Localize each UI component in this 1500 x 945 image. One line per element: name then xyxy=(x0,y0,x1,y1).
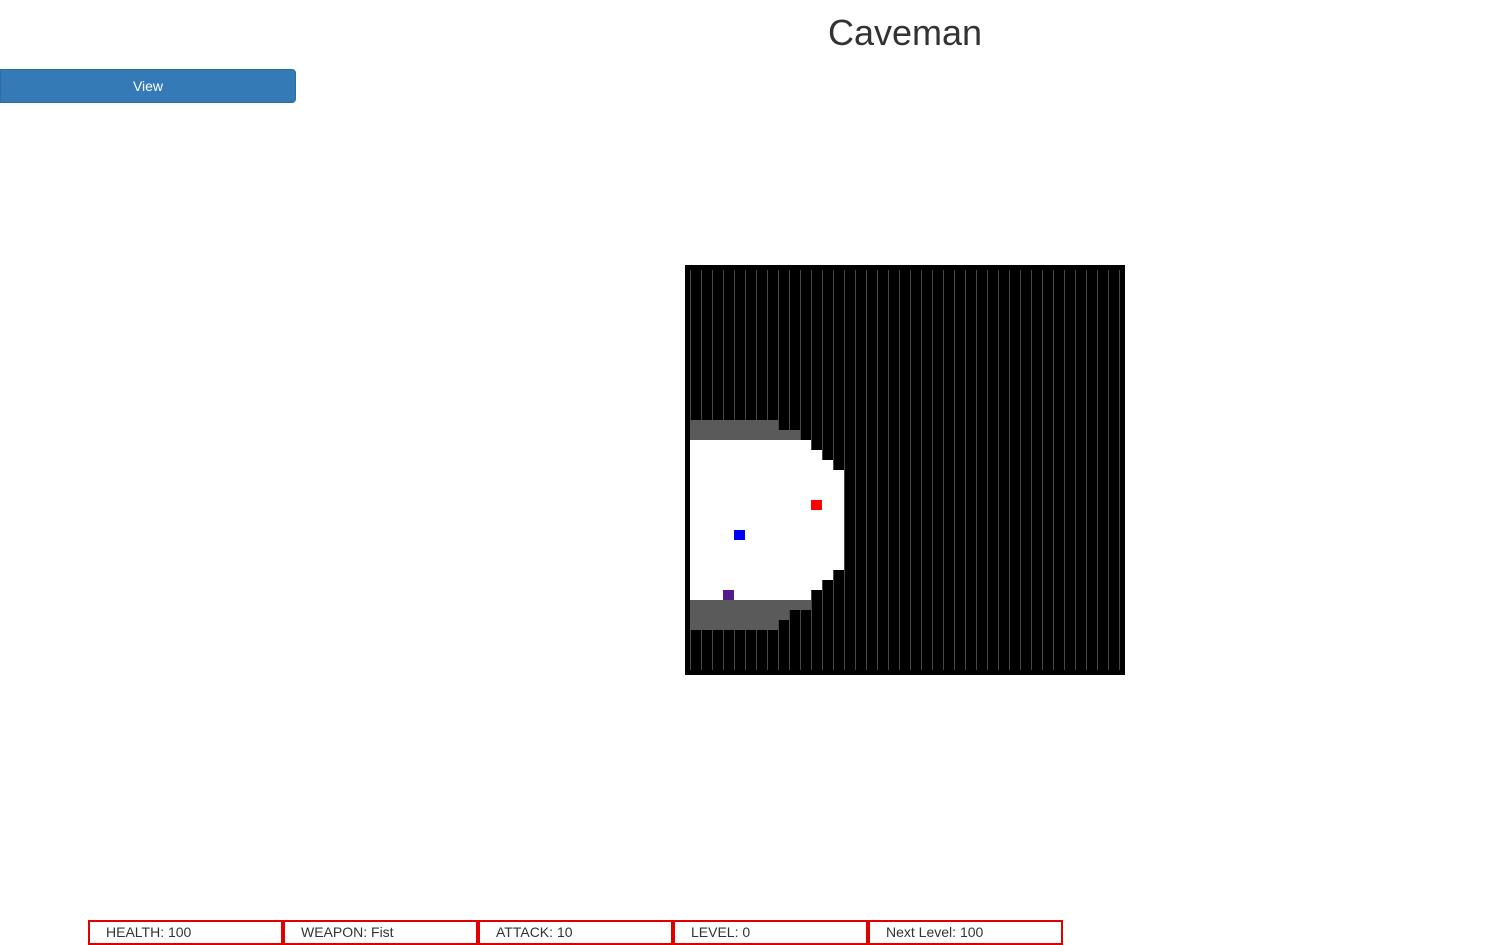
floor-tile-row xyxy=(690,520,844,530)
level-stat: LEVEL: 0 xyxy=(673,920,868,945)
room-floor xyxy=(690,440,844,600)
floor-tile-row xyxy=(690,510,844,520)
health-stat: HEALTH: 100 xyxy=(88,920,283,945)
floor-tile-row xyxy=(690,550,844,560)
explored-tile-row xyxy=(690,420,778,430)
floor-tile-row xyxy=(690,450,822,460)
level-label: LEVEL: xyxy=(691,924,739,940)
explored-tile-row xyxy=(690,600,811,610)
view-button[interactable]: View xyxy=(0,69,296,103)
floor-tile-row xyxy=(690,440,811,450)
floor-tile-row xyxy=(690,580,822,590)
player-marker xyxy=(734,530,745,540)
item-marker xyxy=(723,590,734,600)
stats-bar: HEALTH: 100 WEAPON: Fist ATTACK: 10 LEVE… xyxy=(88,920,1063,945)
weapon-stat: WEAPON: Fist xyxy=(283,920,478,945)
floor-tile-row xyxy=(690,480,844,490)
dungeon-map xyxy=(690,270,1120,670)
next-level-value: 100 xyxy=(959,924,984,940)
floor-tile-row xyxy=(690,560,844,570)
level-value: 0 xyxy=(742,924,751,940)
attack-value: 10 xyxy=(556,924,573,940)
game-board xyxy=(685,265,1125,675)
health-label: HEALTH: xyxy=(106,924,165,940)
explored-tile-row xyxy=(690,620,778,630)
attack-label: ATTACK: xyxy=(496,924,554,940)
weapon-label: WEAPON: xyxy=(301,924,368,940)
weapon-value: Fist xyxy=(371,924,394,940)
attack-stat: ATTACK: 10 xyxy=(478,920,673,945)
floor-tile-row xyxy=(690,540,844,550)
floor-tile-row xyxy=(690,460,833,470)
next-level-stat: Next Level: 100 xyxy=(868,920,1063,945)
explored-tile-row xyxy=(690,610,789,620)
floor-tile-row xyxy=(690,590,811,600)
page-title: Caveman xyxy=(827,12,983,53)
floor-tile-row xyxy=(690,570,833,580)
floor-tile-row xyxy=(690,530,844,540)
explored-tile-row xyxy=(778,430,800,440)
next-level-label: Next Level: xyxy=(886,924,957,940)
explored-tile-row xyxy=(690,430,778,440)
floor-tile-row xyxy=(690,490,844,500)
floor-tile-row xyxy=(690,470,844,480)
enemy-marker xyxy=(811,500,822,510)
health-value: 100 xyxy=(167,924,192,940)
